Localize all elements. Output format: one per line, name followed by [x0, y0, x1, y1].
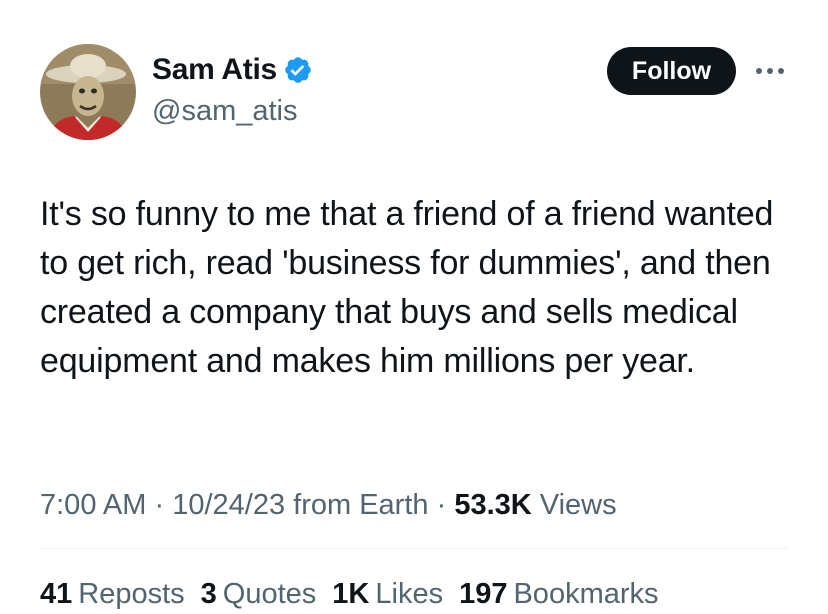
stat-label: Likes — [375, 578, 444, 610]
meta-separator: · — [436, 489, 447, 521]
views-count: 53.3K — [454, 489, 532, 521]
avatar[interactable] — [40, 44, 136, 140]
tweet-text: It's so funny to me that a friend of a f… — [40, 195, 774, 380]
engagement-stats: 41 Reposts 3 Quotes 1K Likes 197 Bookmarks — [40, 574, 659, 614]
stat-count: 197 — [459, 578, 508, 610]
views-label: Views — [539, 489, 617, 521]
stat-count: 1K — [332, 578, 370, 610]
more-options-button[interactable] — [752, 58, 788, 84]
tweet-meta: 7:00 AM · 10/24/23 from Earth · 53.3K Vi… — [40, 485, 617, 525]
stat-reposts[interactable]: 41 Reposts — [40, 574, 185, 614]
stat-label: Quotes — [222, 578, 317, 610]
tweet-source: from Earth — [293, 489, 429, 521]
stat-bookmarks[interactable]: 197 Bookmarks — [459, 574, 658, 614]
divider — [40, 548, 788, 549]
stat-quotes[interactable]: 3 Quotes — [201, 574, 317, 614]
follow-button[interactable]: Follow — [607, 47, 736, 95]
stat-label: Bookmarks — [513, 578, 659, 610]
stat-label: Reposts — [78, 578, 185, 610]
meta-separator: · — [154, 489, 165, 521]
stat-count: 3 — [200, 578, 217, 610]
tweet-time[interactable]: 7:00 AM — [40, 489, 146, 521]
display-name[interactable]: Sam Atis — [152, 52, 277, 88]
tweet-card: Sam Atis @sam_atis Follow It's so funny … — [0, 0, 828, 610]
author-handle[interactable]: @sam_atis — [152, 94, 297, 128]
author-name-row: Sam Atis — [152, 52, 313, 88]
tweet-date[interactable]: 10/24/23 — [172, 489, 285, 521]
more-horizontal-icon — [756, 68, 784, 74]
stat-likes[interactable]: 1K Likes — [332, 574, 443, 614]
stat-count: 41 — [40, 578, 73, 610]
verified-badge-icon — [283, 55, 313, 85]
avatar-portrait-image — [40, 44, 136, 140]
